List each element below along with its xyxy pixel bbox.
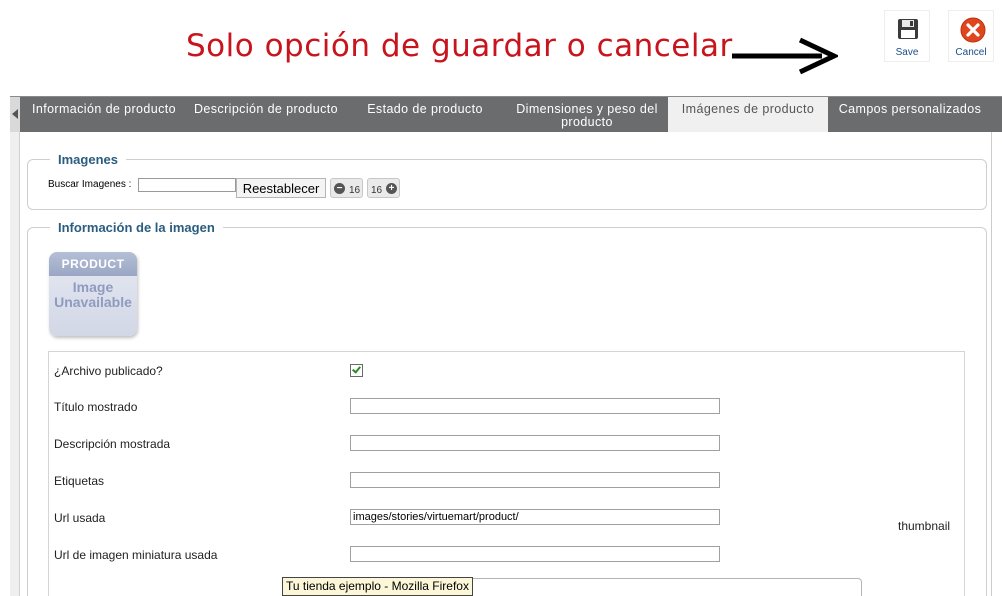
save-label: Save <box>895 47 919 58</box>
tab-product-images[interactable]: Imágenes de producto <box>668 97 828 134</box>
cancel-x-icon <box>960 17 986 43</box>
pager-prev-count: 16 <box>349 185 361 196</box>
tab-label: producto <box>561 115 613 129</box>
tags-label: Etiquetas <box>54 474 105 488</box>
product-image-placeholder: PRODUCT Image Unavailable <box>49 252 137 336</box>
url-input[interactable] <box>350 509 720 525</box>
published-checkbox[interactable] <box>350 364 363 377</box>
images-legend: Imagenes <box>58 152 118 167</box>
checkmark-icon <box>352 364 361 374</box>
placeholder-line: Unavailable <box>54 294 132 310</box>
image-info-legend: Información de la imagen <box>58 220 215 235</box>
title-label: Título mostrado <box>54 400 138 414</box>
tab-label: Estado de producto <box>367 102 483 116</box>
save-button[interactable]: Save <box>884 10 930 62</box>
description-label: Descripción mostrada <box>54 437 171 451</box>
tab-product-status[interactable]: Estado de producto <box>356 97 494 133</box>
minus-circle-icon: − <box>334 183 345 194</box>
tags-input[interactable] <box>350 472 720 488</box>
pager-next-button[interactable]: 16 + <box>367 178 400 198</box>
tab-product-description[interactable]: Descripción de producto <box>186 97 346 133</box>
pager-prev-button[interactable]: − 16 <box>330 178 363 198</box>
tooltip: Tu tienda ejemplo - Mozilla Firefox <box>282 577 473 596</box>
plus-circle-icon: + <box>386 183 397 194</box>
published-label: ¿Archivo publicado? <box>54 364 163 378</box>
placeholder-text: Image Unavailable <box>49 280 137 310</box>
chevron-left-icon <box>12 109 18 119</box>
reset-button[interactable]: Reestablecer <box>236 178 326 198</box>
page: Solo opción de guardar o cancelar Save C… <box>0 0 1002 596</box>
thumb-url-label: Url de imagen miniatura usada <box>54 548 218 562</box>
tab-product-info[interactable]: Información de producto <box>24 97 184 133</box>
tab-bar: Información de producto Descripción de p… <box>10 96 1002 134</box>
search-input[interactable] <box>138 178 236 192</box>
tab-label: Campos personalizados <box>838 102 982 116</box>
tab-scroll-left[interactable] <box>10 97 20 133</box>
tab-label: Información de producto <box>31 102 176 116</box>
url-label: Url usada <box>54 511 106 525</box>
cancel-label: Cancel <box>955 47 987 58</box>
cancel-button[interactable]: Cancel <box>948 10 994 62</box>
title-input[interactable] <box>350 398 720 414</box>
tab-label: Imágenes de producto <box>681 102 815 116</box>
annotation-text: Solo opción de guardar o cancelar <box>186 28 733 64</box>
tab-custom-fields[interactable]: Campos personalizados <box>830 97 990 133</box>
search-label: Buscar Imagenes : <box>48 179 132 190</box>
tab-label: Dimensiones y peso del <box>516 102 658 116</box>
thumbnail-text: thumbnail <box>898 519 951 533</box>
thumb-url-input[interactable] <box>350 546 720 562</box>
left-edge-strip <box>10 132 20 596</box>
description-input[interactable] <box>350 435 720 451</box>
tab-dimensions-weight[interactable]: Dimensiones y peso del producto <box>506 97 668 133</box>
placeholder-line: Image <box>72 279 114 295</box>
tab-label: Descripción de producto <box>194 102 338 116</box>
arrow-right-icon <box>732 37 838 75</box>
floppy-disk-icon <box>898 19 918 39</box>
placeholder-banner: PRODUCT <box>49 252 137 276</box>
pager-next-count: 16 <box>371 185 383 196</box>
